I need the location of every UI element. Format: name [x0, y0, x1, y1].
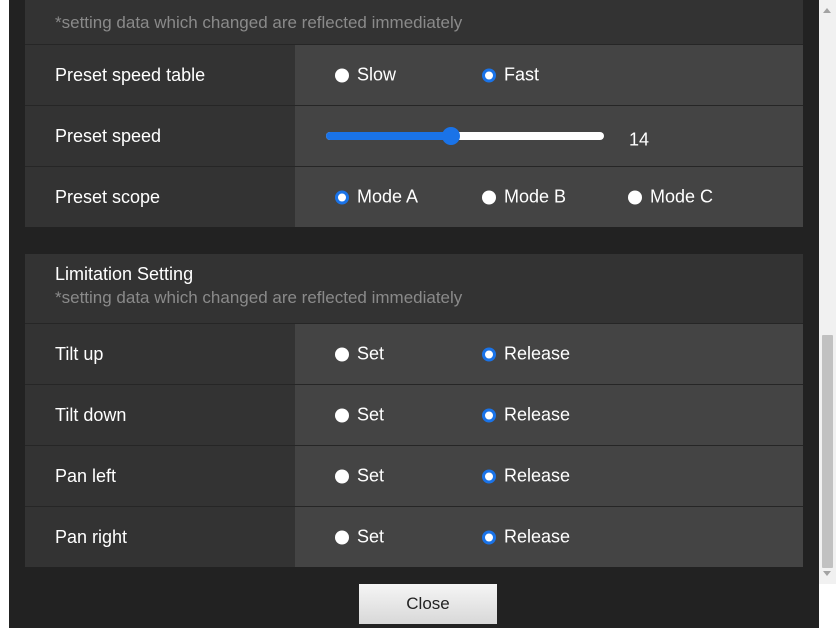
- radio-mode-a[interactable]: Mode A: [335, 187, 418, 208]
- row-pan-left: Pan left Set Release: [25, 445, 803, 506]
- radio-mode-c[interactable]: Mode C: [628, 187, 713, 208]
- radio-button-selected-icon: [482, 530, 496, 544]
- limitation-section: Limitation Setting *setting data which c…: [25, 254, 803, 567]
- radio-slow[interactable]: Slow: [335, 65, 396, 86]
- radio-label: Mode A: [357, 186, 419, 207]
- radio-release[interactable]: Release: [482, 405, 570, 426]
- radio-button-selected-icon: [482, 408, 496, 422]
- settings-dialog: *setting data which changed are reflecte…: [9, 0, 819, 628]
- radio-label: Release: [504, 404, 571, 425]
- radio-set[interactable]: Set: [335, 527, 384, 548]
- row-label: Preset speed table: [25, 45, 295, 105]
- radio-button-icon: [628, 190, 642, 204]
- row-value: Set Release: [295, 446, 803, 506]
- radio-label: Slow: [357, 64, 397, 85]
- limitation-note: *setting data which changed are reflecte…: [55, 288, 463, 307]
- row-pan-right: Pan right Set Release: [25, 506, 803, 567]
- row-label: Pan right: [25, 507, 295, 567]
- radio-label: Release: [504, 343, 571, 364]
- preset-speed-value: 14: [629, 129, 650, 150]
- radio-button-icon: [335, 408, 349, 422]
- row-label: Preset speed: [25, 106, 295, 166]
- radio-button-icon: [335, 68, 349, 82]
- preset-rows: Preset speed table Slow Fast Preset spee…: [25, 44, 803, 227]
- radio-label: Fast: [504, 64, 540, 85]
- radio-button-selected-icon: [335, 190, 349, 204]
- row-value: Set Release: [295, 507, 803, 567]
- radio-button-icon: [335, 530, 349, 544]
- radio-button-selected-icon: [482, 469, 496, 483]
- preset-section: *setting data which changed are reflecte…: [25, 0, 803, 227]
- radio-label: Release: [504, 465, 571, 486]
- row-value: 14: [295, 106, 803, 166]
- preset-section-header: *setting data which changed are reflecte…: [25, 0, 803, 44]
- radio-label: Set: [357, 343, 385, 364]
- slider-thumb[interactable]: [442, 127, 461, 145]
- radio-set[interactable]: Set: [335, 466, 384, 487]
- row-label: Pan left: [25, 446, 295, 506]
- radio-label: Set: [357, 465, 385, 486]
- row-tilt-down: Tilt down Set Release: [25, 384, 803, 445]
- radio-label: Set: [357, 404, 385, 425]
- row-label: Preset scope: [25, 167, 295, 227]
- radio-mode-b[interactable]: Mode B: [482, 187, 566, 208]
- row-preset-scope: Preset scope Mode A Mode B Mode C: [25, 166, 803, 227]
- limitation-section-header: Limitation Setting *setting data which c…: [25, 254, 803, 323]
- radio-button-selected-icon: [482, 68, 496, 82]
- row-value: Mode A Mode B Mode C: [295, 167, 803, 227]
- slider-fill: [326, 132, 452, 140]
- preset-speed-slider[interactable]: [326, 127, 604, 145]
- radio-release[interactable]: Release: [482, 344, 570, 365]
- scrollbar-thumb[interactable]: [822, 335, 833, 568]
- radio-fast[interactable]: Fast: [482, 65, 539, 86]
- row-label: Tilt down: [25, 385, 295, 445]
- radio-label: Release: [504, 526, 571, 547]
- scroll-down-arrow-icon[interactable]: [823, 571, 831, 576]
- radio-label: Set: [357, 526, 385, 547]
- limitation-title: Limitation Setting: [55, 264, 194, 284]
- row-label: Tilt up: [25, 324, 295, 384]
- radio-label: Mode C: [650, 186, 714, 207]
- scroll-up-arrow-icon[interactable]: [823, 8, 831, 13]
- close-button[interactable]: Close: [359, 584, 497, 624]
- radio-button-icon: [335, 469, 349, 483]
- radio-set[interactable]: Set: [335, 405, 384, 426]
- vertical-scrollbar[interactable]: [819, 0, 836, 584]
- row-tilt-up: Tilt up Set Release: [25, 323, 803, 384]
- radio-release[interactable]: Release: [482, 527, 570, 548]
- preset-note: *setting data which changed are reflecte…: [55, 13, 463, 32]
- radio-label: Mode B: [504, 186, 567, 207]
- radio-button-icon: [335, 347, 349, 361]
- row-preset-speed-table: Preset speed table Slow Fast: [25, 44, 803, 105]
- row-value: Slow Fast: [295, 45, 803, 105]
- row-preset-speed: Preset speed 14: [25, 105, 803, 166]
- radio-release[interactable]: Release: [482, 466, 570, 487]
- radio-button-selected-icon: [482, 347, 496, 361]
- row-value: Set Release: [295, 324, 803, 384]
- row-value: Set Release: [295, 385, 803, 445]
- radio-button-icon: [482, 190, 496, 204]
- radio-set[interactable]: Set: [335, 344, 384, 365]
